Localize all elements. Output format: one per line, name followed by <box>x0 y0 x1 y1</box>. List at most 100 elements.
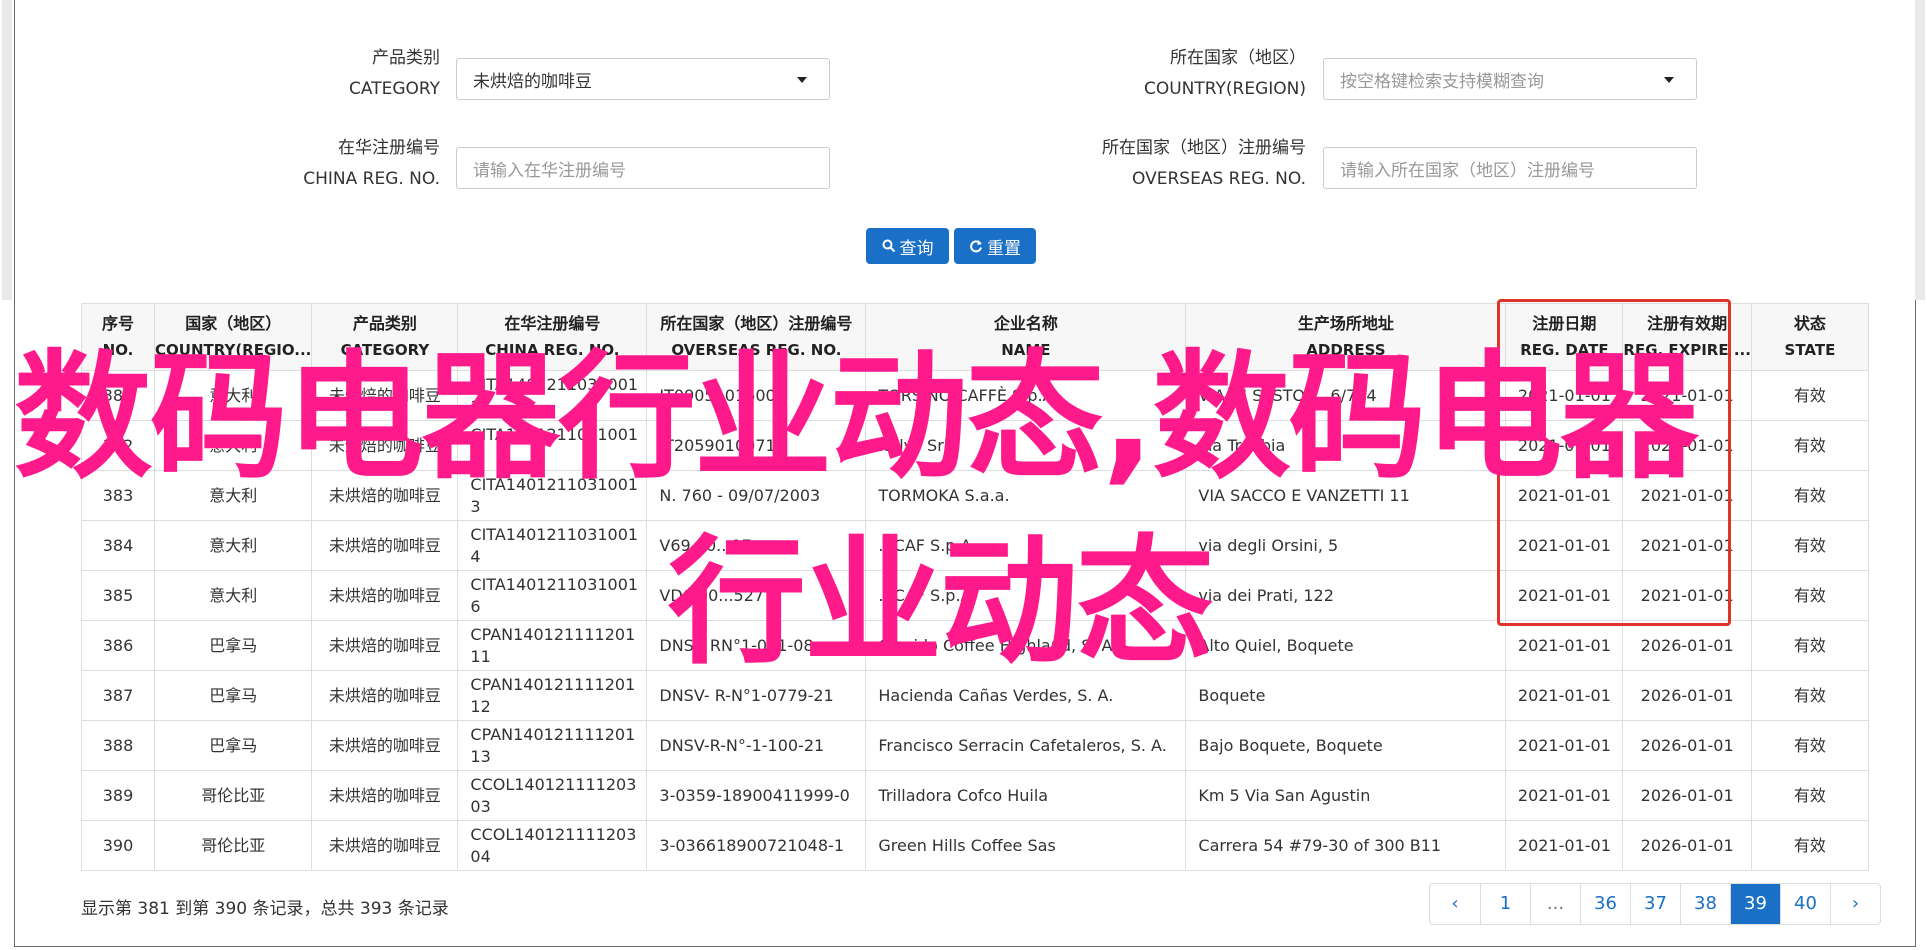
cell-address: Alto Quiel, Boquete <box>1185 620 1507 671</box>
pagination-page-1[interactable]: 1 <box>1480 884 1530 924</box>
right-scrollbar[interactable] <box>1915 0 1925 300</box>
pagination-page-39[interactable]: 39 <box>1730 884 1780 924</box>
overseas-reg-input[interactable]: 请输入所在国家（地区）注册编号 <box>1323 147 1697 189</box>
cell-name: Trilladora Cofco Huila <box>865 770 1187 821</box>
pagination: ‹ 1... 36 37 38 39 40 › <box>1429 883 1881 925</box>
cell-china-reg: CCOL140121111203 03 <box>457 770 648 821</box>
cell-china-reg: CPAN140121111201 11 <box>457 620 648 671</box>
reset-button[interactable]: 重置 <box>954 228 1036 264</box>
cell-name: Francisco Serracin Cafetaleros, S. A. <box>865 720 1187 771</box>
cell-category: 未烘焙的咖啡豆 <box>311 570 459 621</box>
pagination-page-37[interactable]: 37 <box>1630 884 1680 924</box>
cell-reg-date: 2021-01-01 <box>1505 720 1624 771</box>
column-header-cn: 企业名称 <box>993 314 1058 333</box>
country-label-cn: 所在国家（地区） <box>1170 48 1306 68</box>
column-header-cn: 产品类别 <box>352 314 417 333</box>
cell-china-reg: CITA1401211031001 6 <box>457 570 648 621</box>
cell-china-reg: CCOL140121111203 04 <box>457 820 648 871</box>
pagination-prev-button[interactable]: ‹ <box>1430 884 1480 924</box>
cell-china-reg: CPAN140121111201 12 <box>457 670 648 721</box>
cell-no: 390 <box>81 820 155 871</box>
column-header-en: STATE <box>1784 341 1836 359</box>
cell-country: 巴拿马 <box>153 670 313 721</box>
pagination-page-40[interactable]: 40 <box>1780 884 1830 924</box>
cell-china-reg: CPAN140121111201 13 <box>457 720 648 771</box>
cell-category: 未烘焙的咖啡豆 <box>311 520 459 571</box>
cell-state: 有效 <box>1750 770 1869 821</box>
country-label-en: COUNTRY(REGION) <box>1143 79 1306 99</box>
overseas-reg-placeholder: 请输入所在国家（地区）注册编号 <box>1340 160 1595 181</box>
cell-no: 388 <box>81 720 155 771</box>
cell-state: 有效 <box>1750 670 1869 721</box>
cell-country: 哥伦比亚 <box>153 820 313 871</box>
table-row[interactable]: 390 哥伦比亚 未烘焙的咖啡豆 CCOL140121111203 04 3-036618… <box>81 820 1869 871</box>
cell-state: 有效 <box>1750 720 1869 771</box>
pagination-next-button[interactable]: › <box>1830 884 1880 924</box>
column-header-cn: 所在国家（地区）注册编号 <box>660 314 853 333</box>
table-row[interactable]: 388 巴拿马 未烘焙的咖啡豆 CPAN140121111201 13 DNSV-R-N°… <box>81 720 1869 771</box>
pagination-page-38[interactable]: 38 <box>1680 884 1730 924</box>
cell-state: 有效 <box>1750 520 1869 571</box>
cell-expire: 2026-01-01 <box>1622 820 1752 871</box>
cell-expire: 2026-01-01 <box>1622 620 1752 671</box>
cell-category: 未烘焙的咖啡豆 <box>311 620 459 671</box>
cell-category: 未烘焙的咖啡豆 <box>311 670 459 721</box>
cell-reg-date: 2021-01-01 <box>1505 770 1624 821</box>
cell-state: 有效 <box>1750 370 1869 421</box>
category-label-cn: 产品类别 <box>372 48 440 68</box>
cell-overseas-reg: 3-0359-18900411999-0 <box>646 770 867 821</box>
category-label: 产品类别 CATEGORY <box>250 43 440 105</box>
country-label: 所在国家（地区） COUNTRY(REGION) <box>1060 43 1306 105</box>
left-scrollbar[interactable] <box>2 0 12 300</box>
overseas-reg-label-en: OVERSEAS REG. NO. <box>1132 169 1306 189</box>
chevron-down-icon <box>1664 77 1674 83</box>
cell-reg-date: 2021-01-01 <box>1505 670 1624 721</box>
category-select[interactable]: 未烘焙的咖啡豆 <box>456 58 830 100</box>
column-header[interactable]: 状态 STATE <box>1750 303 1869 371</box>
cell-overseas-reg: 3-036618900721048-1 <box>646 820 867 871</box>
cell-reg-date: 2021-01-01 <box>1505 620 1624 671</box>
cell-reg-date: 2021-01-01 <box>1505 820 1624 871</box>
china-reg-input[interactable]: 请输入在华注册编号 <box>456 147 830 189</box>
table-row[interactable]: 389 哥伦比亚 未烘焙的咖啡豆 CCOL140121111203 03 3-0359-1… <box>81 770 1869 821</box>
column-header-cn: 序号 <box>101 314 134 333</box>
watermark-line-1: 数码电器行业动态,数码电器 <box>14 337 1698 498</box>
china-reg-label-en: CHINA REG. NO. <box>303 169 440 189</box>
china-reg-label-cn: 在华注册编号 <box>338 138 440 158</box>
search-button[interactable]: 查询 <box>866 228 949 264</box>
cell-address: via degli Orsini, 5 <box>1185 520 1507 571</box>
country-select-placeholder: 按空格键检索支持模糊查询 <box>1340 71 1544 92</box>
pagination-summary: 显示第 381 到第 390 条记录，总共 393 条记录 <box>81 899 449 919</box>
cell-state: 有效 <box>1750 470 1869 521</box>
cell-no: 387 <box>81 670 155 721</box>
reset-button-label: 重置 <box>987 238 1021 259</box>
country-select[interactable]: 按空格键检索支持模糊查询 <box>1323 58 1697 100</box>
cell-country: 巴拿马 <box>153 620 313 671</box>
cell-china-reg: CITA1401211031001 4 <box>457 520 648 571</box>
overseas-reg-label-cn: 所在国家（地区）注册编号 <box>1102 138 1306 158</box>
cell-no: 389 <box>81 770 155 821</box>
refresh-icon <box>970 240 982 253</box>
watermark-line-2: 行业动态 <box>668 522 1214 683</box>
chevron-down-icon <box>797 77 807 83</box>
search-button-label: 查询 <box>899 238 934 259</box>
cell-state: 有效 <box>1750 820 1869 871</box>
cell-expire: 2026-01-01 <box>1622 720 1752 771</box>
cell-name: Green Hills Coffee Sas <box>865 820 1187 871</box>
cell-state: 有效 <box>1750 620 1869 671</box>
column-header-cn: 状态 <box>1793 314 1826 333</box>
cell-category: 未烘焙的咖啡豆 <box>311 720 459 771</box>
cell-overseas-reg: DNSV-R-N°-1-100-21 <box>646 720 867 771</box>
cell-country: 巴拿马 <box>153 720 313 771</box>
cell-address: Km 5 Via San Agustin <box>1185 770 1507 821</box>
cell-expire: 2026-01-01 <box>1622 770 1752 821</box>
cell-address: Boquete <box>1185 670 1507 721</box>
pagination-ellipsis: ... <box>1530 884 1580 924</box>
pagination-page-36[interactable]: 36 <box>1580 884 1630 924</box>
cell-no: 384 <box>81 520 155 571</box>
category-label-en: CATEGORY <box>349 79 440 99</box>
column-header-cn: 在华注册编号 <box>504 314 601 333</box>
cell-address: via dei Prati, 122 <box>1185 570 1507 621</box>
cell-address: Carrera 54 #79-30 of 300 B11 <box>1185 820 1507 871</box>
china-reg-placeholder: 请输入在华注册编号 <box>473 160 626 181</box>
